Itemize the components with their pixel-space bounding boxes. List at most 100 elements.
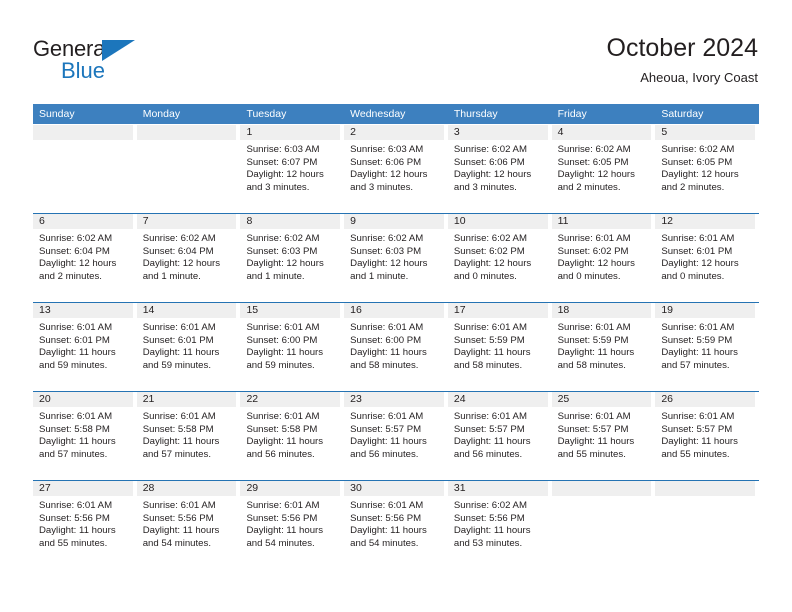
sunset-text: Sunset: 6:03 PM	[246, 245, 318, 257]
calendar-day-cell[interactable]: 28 Sunrise: 6:01 AM Sunset: 5:56 PM Dayligh…	[136, 481, 241, 569]
calendar-page: General Blue October 2024 Aheoua, Ivory …	[0, 0, 792, 612]
calendar-day-cell[interactable]: 15 Sunrise: 6:01 AM Sunset: 6:00 PM Dayligh…	[240, 303, 344, 391]
day-number: 13	[39, 304, 51, 316]
calendar-day-cell[interactable]: 3 Sunrise: 6:02 AM Sunset: 6:06 PM Daylight…	[447, 125, 552, 213]
sunset-text: Sunset: 6:04 PM	[142, 245, 214, 257]
sunset-text: Sunset: 5:58 PM	[246, 423, 318, 435]
calendar-day-cell[interactable]: 10 Sunrise: 6:02 AM Sunset: 6:02 PM Dayligh…	[447, 214, 552, 302]
daylight-text-cont: and 2 minutes.	[557, 181, 621, 193]
calendar-day-cell[interactable]: 12 Sunrise: 6:01 AM Sunset: 6:01 PM Dayligh…	[655, 214, 759, 302]
daylight-text: Daylight: 11 hours	[350, 347, 427, 358]
day-detail-lines: Sunrise: 6:01 AM Sunset: 5:58 PM Daylight:…	[137, 408, 237, 461]
daylight-text-cont: and 58 minutes.	[453, 359, 523, 371]
calendar-day-cell[interactable]: 5 Sunrise: 6:02 AM Sunset: 6:05 PM Daylight…	[655, 125, 759, 213]
weekday-header-monday: Monday	[142, 108, 181, 120]
title-block: October 2024 Aheoua, Ivory Coast	[607, 32, 759, 88]
day-number: 28	[142, 482, 155, 494]
day-number-band: 16	[344, 303, 444, 318]
daylight-text-cont: and 57 minutes.	[39, 448, 108, 460]
daylight-text: Daylight: 11 hours	[39, 525, 116, 536]
daylight-text: Daylight: 12 hours	[39, 258, 117, 269]
day-number: 15	[246, 304, 259, 316]
sunrise-text: Sunrise: 6:01 AM	[661, 233, 735, 244]
calendar-day-cell[interactable]: 14 Sunrise: 6:01 AM Sunset: 6:01 PM Dayligh…	[136, 303, 241, 391]
sunset-text: Sunset: 5:57 PM	[453, 423, 525, 435]
day-number: 7	[142, 215, 149, 227]
daylight-text-cont: and 56 minutes.	[246, 448, 315, 460]
calendar-day-cell[interactable]: 27 Sunrise: 6:01 AM Sunset: 5:56 PM Dayligh…	[33, 481, 137, 569]
sunset-text: Sunset: 5:56 PM	[246, 512, 318, 524]
day-number: 18	[557, 304, 570, 316]
day-detail-lines: Sunrise: 6:02 AM Sunset: 6:03 PM Daylight:…	[240, 230, 340, 283]
calendar-day-cell[interactable]: 31 Sunrise: 6:02 AM Sunset: 5:56 PM Dayligh…	[447, 481, 552, 569]
weekday-header-sunday: Sunday	[39, 108, 75, 120]
daylight-text: Daylight: 12 hours	[246, 169, 324, 180]
day-number: 1	[246, 126, 253, 138]
weekday-header-row: Sunday Monday Tuesday Wednesday Thursday Frid…	[33, 104, 759, 124]
calendar-day-cell[interactable]: 17 Sunrise: 6:01 AM Sunset: 5:59 PM Dayligh…	[447, 303, 552, 391]
sunset-text: Sunset: 5:58 PM	[39, 423, 110, 435]
calendar-day-cell[interactable]: 29 Sunrise: 6:01 AM Sunset: 5:56 PM Dayligh…	[240, 481, 344, 569]
sunrise-text: Sunrise: 6:01 AM	[350, 411, 424, 422]
sunrise-text: Sunrise: 6:01 AM	[350, 322, 424, 333]
calendar-day-cell[interactable]: 30 Sunrise: 6:01 AM Sunset: 5:56 PM Dayligh…	[344, 481, 448, 569]
calendar-day-cell[interactable]: 25 Sunrise: 6:01 AM Sunset: 5:57 PM Dayligh…	[551, 392, 656, 480]
sunrise-text: Sunrise: 6:01 AM	[39, 411, 113, 422]
day-number: 19	[661, 304, 673, 316]
daylight-text: Daylight: 11 hours	[661, 436, 738, 447]
calendar-day-cell[interactable]: 13 Sunrise: 6:01 AM Sunset: 6:01 PM Dayligh…	[33, 303, 137, 391]
day-detail-lines: Sunrise: 6:01 AM Sunset: 6:01 PM Daylight:…	[33, 319, 133, 372]
calendar-day-cell[interactable]: 4 Sunrise: 6:02 AM Sunset: 6:05 PM Daylight…	[551, 125, 656, 213]
calendar-week-row: 6 Sunrise: 6:02 AM Sunset: 6:04 PM Daylight…	[33, 213, 759, 302]
calendar-day-cell[interactable]: 2 Sunrise: 6:03 AM Sunset: 6:06 PM Daylight…	[344, 125, 448, 213]
brand-logo[interactable]: General Blue	[33, 36, 263, 94]
day-number: 9	[350, 215, 356, 227]
daylight-text-cont: and 1 minute.	[142, 270, 201, 282]
sunset-text: Sunset: 6:02 PM	[557, 245, 629, 257]
daylight-text: Daylight: 12 hours	[557, 258, 635, 269]
sunrise-text: Sunrise: 6:01 AM	[246, 322, 320, 333]
day-number: 11	[557, 215, 569, 227]
sunset-text: Sunset: 5:58 PM	[142, 423, 214, 435]
daylight-text: Daylight: 11 hours	[142, 525, 220, 536]
sunrise-text: Sunrise: 6:01 AM	[661, 322, 735, 333]
calendar-day-cell[interactable]: 22 Sunrise: 6:01 AM Sunset: 5:58 PM Dayligh…	[240, 392, 344, 480]
sunrise-text: Sunrise: 6:03 AM	[350, 144, 424, 155]
day-number-band: 24	[447, 392, 548, 407]
sunset-text: Sunset: 6:00 PM	[350, 334, 422, 346]
calendar-day-cell[interactable]: 18 Sunrise: 6:01 AM Sunset: 5:59 PM Dayligh…	[551, 303, 656, 391]
day-number: 26	[661, 393, 673, 405]
calendar-day-cell[interactable]: 11 Sunrise: 6:01 AM Sunset: 6:02 PM Dayligh…	[551, 214, 656, 302]
daylight-text: Daylight: 11 hours	[350, 525, 427, 536]
day-number: 12	[661, 215, 673, 227]
calendar-day-cell[interactable]: 16 Sunrise: 6:01 AM Sunset: 6:00 PM Dayligh…	[344, 303, 448, 391]
calendar-day-cell[interactable]: 19 Sunrise: 6:01 AM Sunset: 5:59 PM Dayligh…	[655, 303, 759, 391]
day-detail-lines: Sunrise: 6:01 AM Sunset: 6:01 PM Daylight:…	[655, 230, 755, 283]
calendar-day-cell[interactable]: 20 Sunrise: 6:01 AM Sunset: 5:58 PM Dayligh…	[33, 392, 137, 480]
calendar-day-cell[interactable]: 26 Sunrise: 6:01 AM Sunset: 5:57 PM Dayligh…	[655, 392, 759, 480]
calendar-day-cell[interactable]: 24 Sunrise: 6:01 AM Sunset: 5:57 PM Dayligh…	[447, 392, 552, 480]
sunrise-text: Sunrise: 6:02 AM	[453, 144, 527, 155]
sunset-text: Sunset: 6:04 PM	[39, 245, 110, 257]
weekday-header-thursday: Thursday	[453, 108, 498, 120]
calendar-day-cell[interactable]: 23 Sunrise: 6:01 AM Sunset: 5:57 PM Dayligh…	[344, 392, 448, 480]
daylight-text: Daylight: 11 hours	[453, 436, 531, 447]
day-number-band	[551, 481, 652, 496]
day-detail-lines: Sunrise: 6:01 AM Sunset: 6:02 PM Daylight:…	[552, 230, 652, 283]
day-number-band: 4	[551, 125, 652, 140]
calendar-day-cell[interactable]: 21 Sunrise: 6:01 AM Sunset: 5:58 PM Dayligh…	[136, 392, 241, 480]
day-number: 3	[453, 126, 460, 138]
calendar-day-cell[interactable]: 8 Sunrise: 6:02 AM Sunset: 6:03 PM Daylight…	[240, 214, 344, 302]
calendar-week-row: 20 Sunrise: 6:01 AM Sunset: 5:58 PM Dayligh…	[33, 391, 759, 480]
day-detail-lines: Sunrise: 6:01 AM Sunset: 5:58 PM Daylight:…	[33, 408, 133, 461]
calendar-day-cell[interactable]: 9 Sunrise: 6:02 AM Sunset: 6:03 PM Daylight…	[344, 214, 448, 302]
calendar-day-cell[interactable]: 6 Sunrise: 6:02 AM Sunset: 6:04 PM Daylight…	[33, 214, 137, 302]
calendar-day-cell-empty	[551, 481, 656, 569]
day-number: 2	[350, 126, 356, 138]
day-number-band: 27	[33, 481, 133, 496]
calendar-day-cell[interactable]: 7 Sunrise: 6:02 AM Sunset: 6:04 PM Daylight…	[136, 214, 241, 302]
calendar-day-cell[interactable]: 1 Sunrise: 6:03 AM Sunset: 6:07 PM Daylight…	[240, 125, 344, 213]
daylight-text-cont: and 58 minutes.	[557, 359, 626, 371]
sunrise-text: Sunrise: 6:02 AM	[39, 233, 113, 244]
sunrise-text: Sunrise: 6:01 AM	[142, 411, 216, 422]
